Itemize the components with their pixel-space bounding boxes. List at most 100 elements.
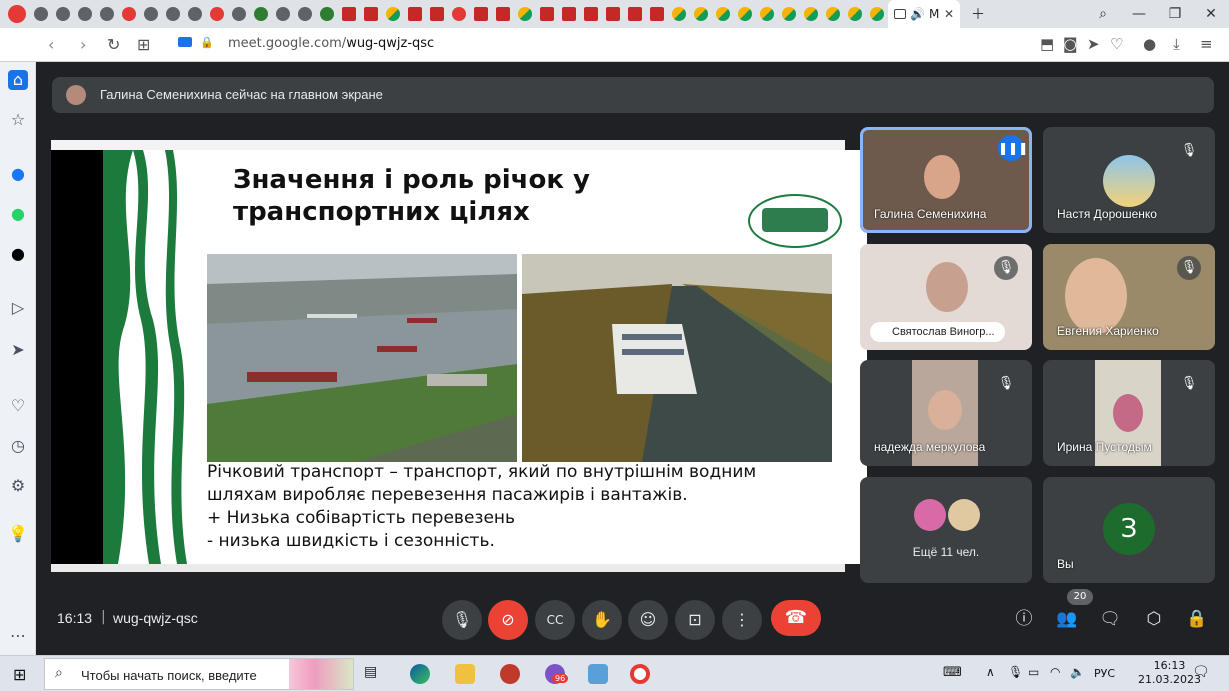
tab-favicon[interactable]: [232, 7, 246, 21]
forward-icon[interactable]: ›: [80, 35, 86, 54]
lock-icon[interactable]: 🔒: [200, 36, 214, 49]
tab-favicon[interactable]: [694, 7, 708, 21]
opera-icon[interactable]: [630, 664, 650, 684]
people-icon[interactable]: 👥: [1055, 607, 1079, 631]
tab-favicon[interactable]: [672, 7, 686, 21]
taskbar-search[interactable]: ⌕ Чтобы начать поиск, введите: [44, 658, 354, 690]
tab-favicon[interactable]: [298, 7, 312, 21]
activities-icon[interactable]: ⬡: [1142, 607, 1166, 631]
windows-start-icon[interactable]: ⊞: [13, 665, 26, 684]
file-explorer-icon[interactable]: [455, 664, 475, 684]
messenger-icon[interactable]: ●: [8, 164, 28, 184]
battery-icon[interactable]: ▭: [1028, 665, 1039, 679]
more-participants-tile[interactable]: Ещё 11 чел.: [860, 477, 1032, 583]
download-icon[interactable]: ⤓: [1173, 35, 1180, 53]
tabs-grid-icon[interactable]: ⊞: [137, 35, 150, 54]
participant-tile[interactable]: 🎙 Евгения Хариенко: [1043, 244, 1215, 350]
menu-icon[interactable]: ≡: [1200, 35, 1213, 53]
back-icon[interactable]: ‹: [48, 35, 54, 54]
tab-favicon[interactable]: [716, 7, 730, 21]
tab-favicon[interactable]: [540, 7, 554, 21]
microphone-button[interactable]: 🎙: [442, 600, 482, 640]
tab-favicon[interactable]: [78, 7, 92, 21]
search-tabs-icon[interactable]: ⌕: [1085, 6, 1121, 22]
home-icon[interactable]: ⌂: [8, 70, 28, 90]
history-icon[interactable]: ◷: [8, 436, 28, 456]
whatsapp-icon[interactable]: ●: [8, 204, 28, 224]
more-icon[interactable]: ⋯: [8, 626, 28, 646]
tab-favicon[interactable]: [518, 7, 532, 21]
captions-button[interactable]: CC: [535, 600, 575, 640]
raise-hand-button[interactable]: ✋: [582, 600, 622, 640]
participant-tile[interactable]: 🎙 Настя Дорошенко: [1043, 127, 1215, 233]
player-icon[interactable]: ▷: [8, 298, 28, 318]
install-icon[interactable]: ⬒: [1040, 35, 1054, 53]
minimize-button[interactable]: —: [1121, 6, 1157, 22]
task-view-icon[interactable]: ▤: [364, 664, 384, 684]
present-button[interactable]: ⊡: [675, 600, 715, 640]
close-window-button[interactable]: ✕: [1193, 6, 1229, 22]
close-tab-icon[interactable]: ✕: [944, 7, 954, 21]
tab-favicon[interactable]: [100, 7, 114, 21]
wifi-icon[interactable]: ◠: [1050, 665, 1060, 679]
participant-tile[interactable]: 🎙 Ирина Пустодым: [1043, 360, 1215, 466]
tab-favicon[interactable]: [650, 7, 664, 21]
notepad-icon[interactable]: [588, 664, 608, 684]
profile-icon[interactable]: ●: [1143, 35, 1156, 53]
new-tab-button[interactable]: ＋: [960, 4, 996, 24]
tray-chevron-icon[interactable]: ∧: [986, 665, 995, 679]
opera-logo-icon[interactable]: [8, 5, 26, 23]
tab-favicon[interactable]: [628, 7, 642, 21]
tab-favicon[interactable]: [34, 7, 48, 21]
opera-gx-icon[interactable]: [500, 664, 520, 684]
info-icon[interactable]: ⓘ: [1012, 607, 1036, 631]
leave-call-button[interactable]: ☎: [771, 600, 821, 636]
emoji-button[interactable]: ☺: [628, 600, 668, 640]
heart-sidebar-icon[interactable]: ♡: [8, 396, 28, 416]
bookmark-icon[interactable]: ☆: [8, 110, 28, 130]
heart-icon[interactable]: ♡: [1110, 35, 1123, 53]
notifications-icon[interactable]: 🗨: [1192, 664, 1210, 680]
input-language[interactable]: РУС: [1094, 667, 1115, 680]
tab-favicon[interactable]: [452, 7, 466, 21]
tiktok-icon[interactable]: ●: [8, 244, 28, 264]
tab-favicon[interactable]: [188, 7, 202, 21]
participant-tile[interactable]: ❚❚❚ Галина Семенихина: [860, 127, 1032, 233]
tab-favicon[interactable]: [760, 7, 774, 21]
volume-icon[interactable]: 🔈: [1070, 665, 1085, 679]
send-sidebar-icon[interactable]: ➤: [8, 340, 28, 360]
tab-favicon[interactable]: [408, 7, 422, 21]
restore-button[interactable]: ❐: [1157, 6, 1193, 22]
participant-tile[interactable]: 🎙 надежда меркулова: [860, 360, 1032, 466]
snapshot-icon[interactable]: ◙: [1063, 35, 1078, 53]
tab-favicon[interactable]: [122, 7, 136, 21]
tab-favicon[interactable]: [848, 7, 862, 21]
tab-favicon[interactable]: [562, 7, 576, 21]
tab-google-meet[interactable]: 🔊 M ✕: [888, 0, 960, 28]
keyboard-icon[interactable]: ⌨: [943, 665, 962, 680]
tab-favicon[interactable]: [738, 7, 752, 21]
mic-tray-icon[interactable]: 🎙: [1008, 665, 1023, 679]
self-tile[interactable]: З Вы: [1043, 477, 1215, 583]
host-controls-icon[interactable]: 🔒: [1185, 607, 1209, 631]
tab-favicon[interactable]: [496, 7, 510, 21]
tab-favicon[interactable]: [364, 7, 378, 21]
tab-favicon[interactable]: [342, 7, 356, 21]
tab-favicon[interactable]: [254, 7, 268, 21]
tab-favicon[interactable]: [276, 7, 290, 21]
tab-favicon[interactable]: [804, 7, 818, 21]
tab-favicon[interactable]: [584, 7, 598, 21]
url-field[interactable]: meet.google.com/wug-qwjz-qsc: [228, 36, 434, 51]
participant-tile[interactable]: 🎙 Святослав Виногр...: [860, 244, 1032, 350]
tab-favicon[interactable]: [870, 7, 884, 21]
tab-favicon[interactable]: [430, 7, 444, 21]
tab-favicon[interactable]: [386, 7, 400, 21]
tips-icon[interactable]: 💡: [8, 524, 28, 544]
tab-favicon[interactable]: [210, 7, 224, 21]
tab-favicon[interactable]: [56, 7, 70, 21]
settings-icon[interactable]: ⚙: [8, 476, 28, 496]
camera-icon[interactable]: [178, 37, 192, 47]
reload-icon[interactable]: ↻: [107, 35, 120, 54]
tab-favicon[interactable]: [782, 7, 796, 21]
tab-favicon[interactable]: [320, 7, 334, 21]
